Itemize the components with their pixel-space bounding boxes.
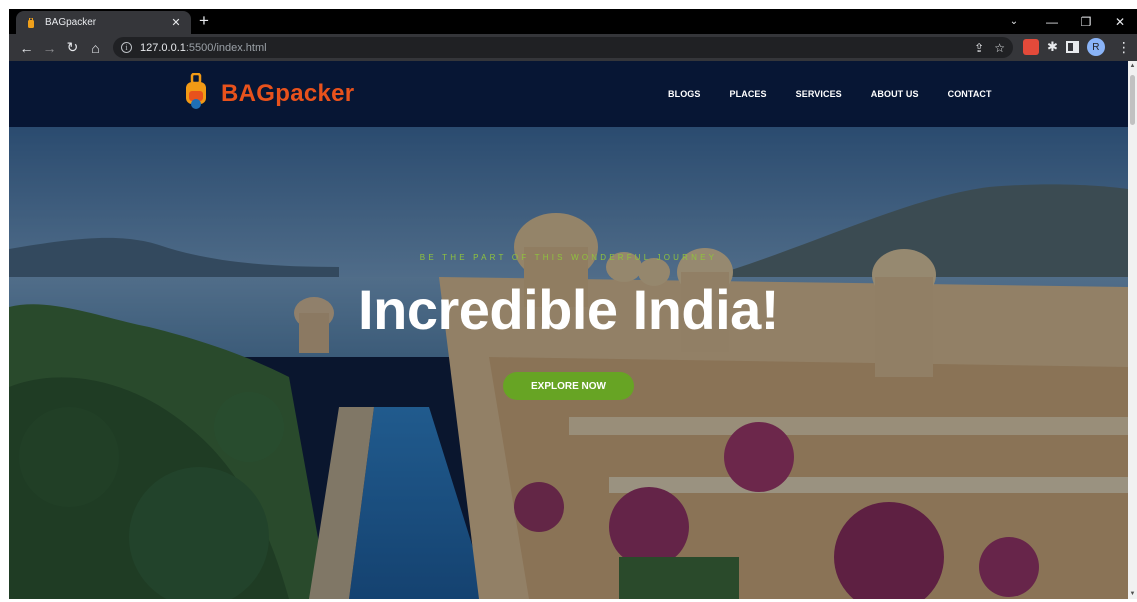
back-icon[interactable]: ← [15,36,38,59]
tab-search-icon[interactable]: ⌄ [1001,16,1027,27]
close-tab-icon[interactable]: ✕ [169,16,183,29]
address-bar[interactable]: i 127.0.0.1 :5500/index.html ⇪ ☆ [113,37,1013,58]
site-logo[interactable]: BAGpacker [185,72,355,114]
scrollbar-thumb[interactable] [1130,75,1135,125]
window-controls: ⌄ — ❐ ✕ [1001,9,1137,34]
new-tab-button[interactable]: + [199,12,209,30]
browser-toolbar: ← → ↻ ⌂ i 127.0.0.1 :5500/index.html ⇪ ☆… [9,34,1137,61]
bookmark-star-icon[interactable]: ☆ [994,41,1005,55]
url-host: 127.0.0.1 [140,41,186,54]
browser-tab[interactable]: BAGpacker ✕ [16,11,191,34]
hero-dark-overlay [9,127,1128,599]
scroll-down-icon[interactable]: ▼ [1128,591,1137,597]
extension-icon[interactable] [1023,39,1039,55]
home-icon[interactable]: ⌂ [84,36,107,59]
hero-section: BE THE PART OF THIS WONDERFUL JOURNEY In… [9,127,1128,599]
hero-tagline: BE THE PART OF THIS WONDERFUL JOURNEY [419,253,718,262]
brand-name: BAGpacker [221,79,355,107]
backpack-favicon-icon [26,17,36,28]
nav-link-services[interactable]: SERVICES [796,89,842,99]
nav-link-blogs[interactable]: BLOGS [668,89,701,99]
profile-avatar[interactable]: R [1086,38,1105,56]
close-window-icon[interactable]: ✕ [1103,15,1137,29]
minimize-icon[interactable]: — [1035,15,1069,29]
backpack-logo-icon [185,72,207,114]
page-scrollbar[interactable]: ▲ ▼ [1128,61,1137,599]
more-vert-icon[interactable]: ⋮ [1117,39,1131,56]
tab-title: BAGpacker [45,17,97,28]
restore-icon[interactable]: ❐ [1069,15,1103,29]
main-nav: BLOGS PLACES SERVICES ABOUT US CONTACT [668,61,992,127]
url-path: :5500/index.html [185,41,267,54]
tab-strip: BAGpacker ✕ + ⌄ — ❐ ✕ [9,9,1137,34]
share-icon[interactable]: ⇪ [974,41,984,55]
reload-icon[interactable]: ↻ [61,36,84,59]
browser-window: BAGpacker ✕ + ⌄ — ❐ ✕ ← → ↻ ⌂ i 127.0.0.… [9,9,1137,599]
puzzle-icon[interactable]: ✱ [1047,39,1058,55]
page-viewport: BAGpacker BLOGS PLACES SERVICES ABOUT US… [9,61,1128,599]
address-bar-actions: ⇪ ☆ [974,37,1005,58]
nav-link-about-us[interactable]: ABOUT US [871,89,919,99]
scroll-up-icon[interactable]: ▲ [1128,63,1137,69]
side-panel-icon[interactable] [1065,41,1079,53]
explore-now-button[interactable]: EXPLORE NOW [503,372,634,400]
site-header: BAGpacker BLOGS PLACES SERVICES ABOUT US… [9,61,1128,127]
site-info-icon[interactable]: i [121,42,132,53]
forward-icon[interactable]: → [38,36,61,59]
nav-link-places[interactable]: PLACES [730,89,767,99]
hero-title: Incredible India! [358,278,779,341]
extensions-area: ✱ R ⋮ [1023,38,1131,56]
nav-link-contact[interactable]: CONTACT [948,89,992,99]
